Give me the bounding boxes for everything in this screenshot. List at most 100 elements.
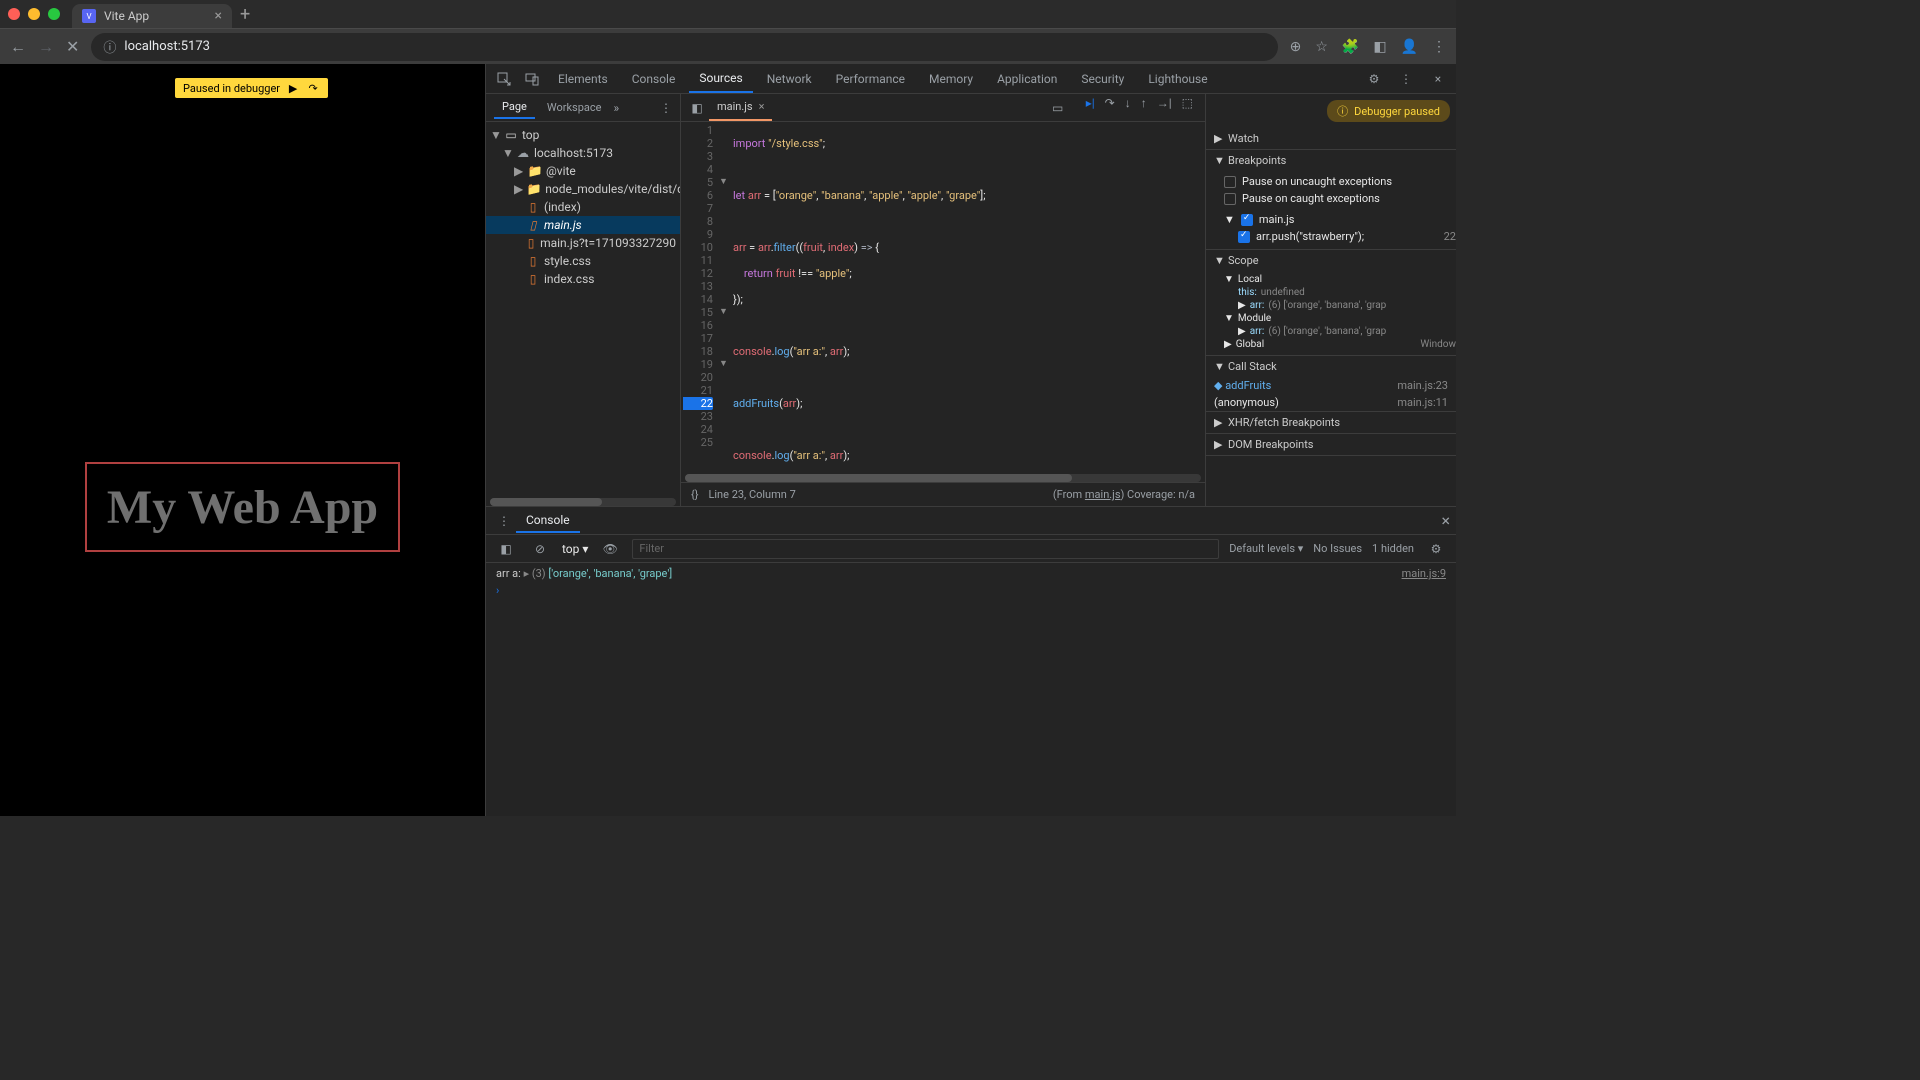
app-heading-box: My Web App — [85, 462, 400, 552]
console-source-link[interactable]: main.js:9 — [1402, 567, 1446, 580]
editor-tab-mainjs[interactable]: main.js × — [709, 94, 772, 121]
tab-security[interactable]: Security — [1071, 66, 1134, 92]
maximize-window-button[interactable] — [48, 8, 60, 20]
overlay-step-button[interactable]: ↷ — [306, 81, 320, 95]
navigator-menu-icon[interactable]: ⋮ — [660, 101, 672, 115]
tree-top[interactable]: ▼▭top — [486, 126, 680, 144]
console-context[interactable]: top ▾ — [562, 542, 588, 556]
drawer-tab-console[interactable]: Console — [516, 509, 580, 533]
debugger-sidebar: ⓘ Debugger paused ▶Watch ▼Breakpoints Pa… — [1206, 94, 1456, 506]
tab-lighthouse[interactable]: Lighthouse — [1138, 66, 1217, 92]
hidden-count[interactable]: 1 hidden — [1372, 542, 1414, 555]
close-editor-tab-icon[interactable]: × — [759, 100, 765, 113]
scope-header[interactable]: ▼Scope — [1206, 250, 1456, 271]
more-icon[interactable]: ⋮ — [1394, 67, 1418, 91]
scope-module-arr[interactable]: ▶arr: (6) ['orange', 'banana', 'grap — [1224, 325, 1456, 338]
tab-application[interactable]: Application — [987, 66, 1067, 92]
tab-elements[interactable]: Elements — [548, 66, 618, 92]
resume-button[interactable]: ▸| — [1086, 96, 1095, 120]
zoom-icon[interactable]: ⊕ — [1290, 39, 1302, 55]
tree-file[interactable]: ▯style.css — [486, 252, 680, 270]
bookmark-icon[interactable]: ☆ — [1315, 39, 1328, 55]
line-gutter[interactable]: 1234567891011121314151617181920212223242… — [681, 122, 719, 474]
breakpoint-marker[interactable]: 22 — [683, 397, 713, 410]
code-content[interactable]: import "/style.css"; let arr = ["orange"… — [729, 122, 1205, 474]
console-prompt[interactable]: › — [496, 580, 1446, 601]
tree-host[interactable]: ▼☁localhost:5173 — [486, 144, 680, 162]
tab-performance[interactable]: Performance — [826, 66, 915, 92]
toggle-navigator-icon[interactable]: ◧ — [685, 96, 709, 120]
close-tab-button[interactable]: × — [215, 8, 222, 24]
console-sidebar-icon[interactable]: ◧ — [494, 537, 518, 561]
editor-scrollbar[interactable] — [685, 474, 1201, 482]
settings-icon[interactable]: ⚙ — [1362, 67, 1386, 91]
tree-file[interactable]: ▯(index) — [486, 198, 680, 216]
step-into-button[interactable]: ↓ — [1125, 96, 1131, 120]
navigator-tab-page[interactable]: Page — [494, 96, 535, 119]
bp-entry[interactable]: arr.push("strawberry");22 — [1224, 228, 1456, 245]
extensions-icon[interactable]: 🧩 — [1342, 39, 1359, 55]
breakpoints-header[interactable]: ▼Breakpoints — [1206, 150, 1456, 171]
site-info-icon[interactable]: ⓘ — [103, 37, 116, 56]
tab-network[interactable]: Network — [757, 66, 822, 92]
pretty-print-icon[interactable]: {} — [691, 488, 698, 501]
forward-button[interactable]: → — [38, 37, 54, 57]
tab-memory[interactable]: Memory — [919, 66, 983, 92]
close-window-button[interactable] — [8, 8, 20, 20]
reload-button[interactable]: ✕ — [66, 37, 79, 56]
step-out-button[interactable]: ↑ — [1141, 96, 1147, 120]
tree-file-mainjs[interactable]: ▯main.js — [486, 216, 680, 234]
bp-caught[interactable]: Pause on caught exceptions — [1224, 190, 1456, 207]
console-output[interactable]: arr a: ▸ (3) ['orange', 'banana', 'grape… — [486, 563, 1456, 816]
step-button[interactable]: →| — [1157, 96, 1172, 120]
code-editor[interactable]: 1234567891011121314151617181920212223242… — [681, 122, 1205, 474]
callstack-frame-current[interactable]: ◆ addFruitsmain.js:23 — [1206, 377, 1456, 394]
editor-more-icon[interactable]: ▭ — [1046, 96, 1070, 120]
scope-arr[interactable]: ▶arr: (6) ['orange', 'banana', 'grap — [1224, 299, 1456, 312]
tab-sources[interactable]: Sources — [689, 65, 752, 93]
navigator-scrollbar[interactable] — [490, 498, 676, 506]
step-over-button[interactable]: ↷ — [1105, 96, 1115, 120]
tree-vite[interactable]: ▶📁@vite — [486, 162, 680, 180]
close-devtools-icon[interactable]: × — [1426, 67, 1450, 91]
tree-nodemod[interactable]: ▶📁node_modules/vite/dist/c — [486, 180, 680, 198]
address-bar[interactable]: ⓘ localhost:5173 — [91, 33, 1277, 61]
device-toolbar-icon[interactable] — [520, 67, 544, 91]
close-drawer-icon[interactable]: × — [1441, 511, 1450, 530]
live-expression-icon[interactable]: 👁 — [598, 537, 622, 561]
minimize-window-button[interactable] — [28, 8, 40, 20]
issues-button[interactable]: No Issues — [1313, 542, 1362, 555]
tab-console[interactable]: Console — [622, 66, 686, 92]
fold-gutter[interactable]: ▼▼▼ — [719, 122, 729, 474]
console-filter-input[interactable]: Filter — [632, 539, 1219, 559]
drawer-menu-icon[interactable]: ⋮ — [492, 509, 516, 533]
console-settings-icon[interactable]: ⚙ — [1424, 537, 1448, 561]
tree-file[interactable]: ▯index.css — [486, 270, 680, 288]
browser-tab[interactable]: V Vite App × — [72, 4, 232, 28]
overlay-resume-button[interactable]: ▶ — [286, 81, 300, 95]
callstack-frame[interactable]: (anonymous)main.js:11 — [1206, 394, 1456, 411]
profile-icon[interactable]: 👤 — [1401, 39, 1418, 55]
console-log-entry[interactable]: arr a: ▸ (3) ['orange', 'banana', 'grape… — [496, 567, 1446, 580]
bp-uncaught[interactable]: Pause on uncaught exceptions — [1224, 173, 1456, 190]
log-levels-dropdown[interactable]: Default levels ▾ — [1229, 542, 1303, 555]
dom-bp-header[interactable]: ▶DOM Breakpoints — [1206, 434, 1456, 455]
scope-global[interactable]: ▶GlobalWindow — [1224, 338, 1456, 351]
clear-console-icon[interactable]: ⊘ — [528, 537, 552, 561]
navigator-more-tabs-icon[interactable]: » — [613, 101, 619, 115]
back-button[interactable]: ← — [10, 37, 26, 57]
scope-module[interactable]: ▼Module — [1224, 312, 1456, 325]
menu-icon[interactable]: ⋮ — [1432, 39, 1446, 55]
new-tab-button[interactable]: + — [240, 4, 250, 25]
bp-file-group[interactable]: ▼main.js — [1224, 211, 1456, 228]
scope-local[interactable]: ▼Local — [1224, 273, 1456, 286]
tree-file[interactable]: ▯main.js?t=171093327290 — [486, 234, 680, 252]
deactivate-breakpoints-button[interactable]: ⬚ — [1182, 96, 1193, 120]
url-text: localhost:5173 — [124, 39, 210, 54]
side-panel-icon[interactable]: ◧ — [1373, 39, 1386, 55]
xhr-bp-header[interactable]: ▶XHR/fetch Breakpoints — [1206, 412, 1456, 433]
callstack-header[interactable]: ▼Call Stack — [1206, 356, 1456, 377]
inspect-element-icon[interactable] — [492, 67, 516, 91]
watch-header[interactable]: ▶Watch — [1206, 128, 1456, 149]
navigator-tab-workspace[interactable]: Workspace — [539, 97, 610, 118]
